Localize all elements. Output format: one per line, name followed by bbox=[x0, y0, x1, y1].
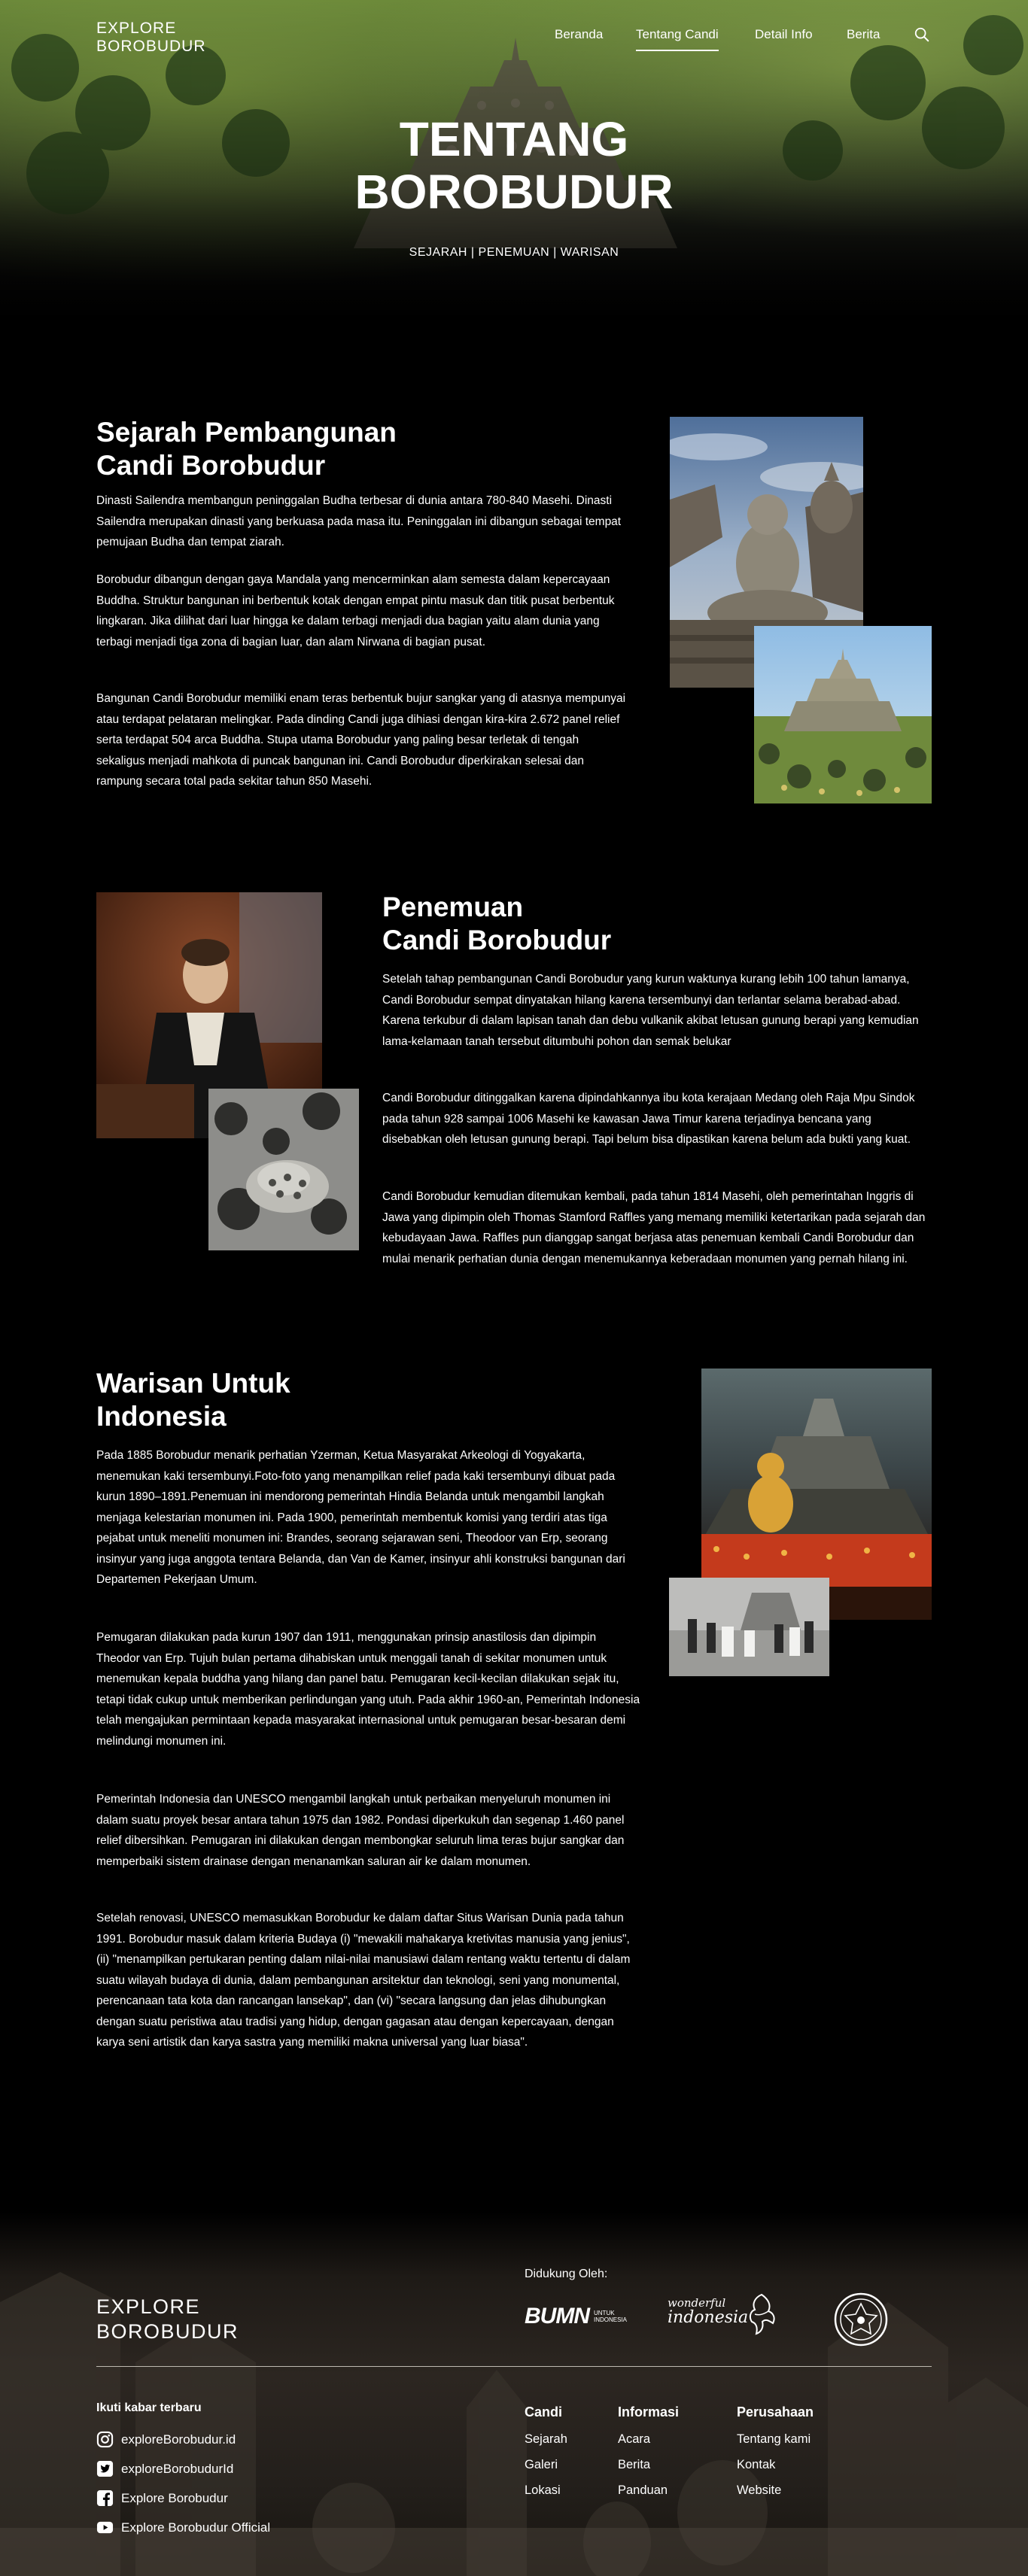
restoration-historic-photo bbox=[669, 1578, 829, 1676]
nav-detail-info[interactable]: Detail Info bbox=[755, 27, 813, 42]
sejarah-title: Sejarah Pembangunan Candi Borobudur bbox=[96, 416, 397, 482]
footer-link-berita[interactable]: Berita bbox=[618, 2458, 650, 2472]
warisan-paragraph-3: Pemerintah Indonesia dan UNESCO mengambi… bbox=[96, 1793, 625, 1868]
supported-by-label: Didukung Oleh: bbox=[525, 2268, 608, 2280]
bumn-logo-text: BUMN bbox=[525, 2304, 590, 2328]
follow-heading: Ikuti kabar terbaru bbox=[96, 2401, 202, 2414]
logo-line-2: BOROBUDUR bbox=[96, 38, 206, 55]
footer-col-candi-title: Candi bbox=[525, 2404, 563, 2420]
footer-link-panduan[interactable]: Panduan bbox=[618, 2483, 668, 2498]
social-twitter[interactable]: exploreBorobudurId bbox=[96, 2460, 233, 2477]
footer-logo-line-2: BOROBUDUR bbox=[96, 2320, 239, 2343]
footer-col-perusahaan-title: Perusahaan bbox=[737, 2404, 814, 2420]
footer-link-acara[interactable]: Acara bbox=[618, 2432, 650, 2447]
footer-link-tentang-kami[interactable]: Tentang kami bbox=[737, 2432, 811, 2447]
footer-link-website[interactable]: Website bbox=[737, 2483, 781, 2498]
warisan-title: Warisan Untuk Indonesia bbox=[96, 1367, 290, 1433]
logo-line-1: EXPLORE bbox=[96, 20, 177, 37]
footer-link-sejarah[interactable]: Sejarah bbox=[525, 2432, 567, 2447]
search-icon[interactable] bbox=[914, 26, 930, 43]
penemuan-paragraph-3: Candi Borobudur kemudian ditemukan kemba… bbox=[382, 1190, 926, 1265]
warisan-title-line-1: Warisan Untuk bbox=[96, 1368, 290, 1399]
footer-link-lokasi[interactable]: Lokasi bbox=[525, 2483, 561, 2498]
borobudur-aerial-photo bbox=[754, 626, 932, 803]
sejarah-title-line-1: Sejarah Pembangunan bbox=[96, 417, 397, 448]
warisan-paragraph-2: Pemugaran dilakukan pada kurun 1907 dan … bbox=[96, 1631, 640, 1748]
bumn-logo-subtext: UNTUK INDONESIA bbox=[594, 2310, 628, 2323]
warisan-paragraph-1: Pada 1885 Borobudur menarik perhatian Yz… bbox=[96, 1449, 625, 1586]
bumn-logo: BUMN UNTUK INDONESIA bbox=[525, 2304, 634, 2329]
site-logo[interactable]: EXPLORE BOROBUDUR bbox=[96, 20, 206, 56]
footer-link-kontak[interactable]: Kontak bbox=[737, 2458, 775, 2472]
social-instagram[interactable]: exploreBorobudur.id bbox=[96, 2431, 236, 2448]
warisan-title-line-2: Indonesia bbox=[96, 1401, 227, 1432]
sejarah-title-line-2: Candi Borobudur bbox=[96, 450, 326, 481]
nav-tentang-candi[interactable]: Tentang Candi bbox=[636, 27, 719, 51]
hero-subtitle: SEJARAH | PENEMUAN | WARISAN bbox=[409, 246, 619, 259]
footer-logo[interactable]: EXPLORE BOROBUDUR bbox=[96, 2295, 239, 2344]
penemuan-title-line-1: Penemuan bbox=[382, 892, 524, 922]
social-facebook-label: Explore Borobudur bbox=[121, 2490, 228, 2505]
wonderful-indonesia-logo: wonderful indonesia bbox=[668, 2293, 775, 2335]
nav-beranda[interactable]: Beranda bbox=[555, 27, 603, 42]
hero-title-line-1: TENTANG bbox=[399, 112, 629, 166]
indonesia-text: indonesia bbox=[668, 2308, 749, 2327]
nav-berita[interactable]: Berita bbox=[847, 27, 880, 42]
twitter-icon bbox=[96, 2460, 114, 2477]
hero-banner: EXPLORE BOROBUDUR Beranda Tentang Candi … bbox=[0, 0, 1028, 339]
penemuan-title: Penemuan Candi Borobudur bbox=[382, 891, 611, 957]
social-twitter-label: exploreBorobudurId bbox=[121, 2461, 234, 2476]
penemuan-paragraph-2: Candi Borobudur ditinggalkan karena dipi… bbox=[382, 1092, 915, 1146]
hero-title-line-2: BOROBUDUR bbox=[354, 165, 674, 219]
borobudur-historic-photo bbox=[208, 1089, 359, 1250]
social-instagram-label: exploreBorobudur.id bbox=[121, 2432, 236, 2447]
social-facebook[interactable]: Explore Borobudur bbox=[96, 2489, 228, 2507]
sejarah-paragraph-1: Dinasti Sailendra membangun peninggalan … bbox=[96, 494, 622, 548]
penemuan-paragraph-1: Setelah tahap pembangunan Candi Borobudu… bbox=[382, 973, 919, 1048]
sejarah-paragraph-2: Borobudur dibangun dengan gaya Mandala y… bbox=[96, 573, 615, 649]
footer-logo-line-1: EXPLORE bbox=[96, 2295, 201, 2318]
footer-col-informasi-title: Informasi bbox=[618, 2404, 680, 2420]
social-youtube[interactable]: Explore Borobudur Official bbox=[96, 2519, 270, 2536]
youtube-icon bbox=[96, 2521, 114, 2534]
sejarah-paragraph-3: Bangunan Candi Borobudur memiliki enam t… bbox=[96, 692, 626, 788]
penemuan-title-line-2: Candi Borobudur bbox=[382, 925, 612, 955]
social-youtube-label: Explore Borobudur Official bbox=[121, 2520, 271, 2535]
instagram-icon bbox=[96, 2431, 114, 2448]
garuda-bird-icon bbox=[749, 2293, 775, 2335]
warisan-paragraph-4: Setelah renovasi, UNESCO memasukkan Boro… bbox=[96, 1912, 631, 2049]
footer-link-galeri[interactable]: Galeri bbox=[525, 2458, 558, 2472]
kemendikbud-emblem-icon bbox=[834, 2292, 888, 2347]
facebook-icon bbox=[96, 2489, 114, 2507]
footer-divider bbox=[96, 2366, 932, 2367]
